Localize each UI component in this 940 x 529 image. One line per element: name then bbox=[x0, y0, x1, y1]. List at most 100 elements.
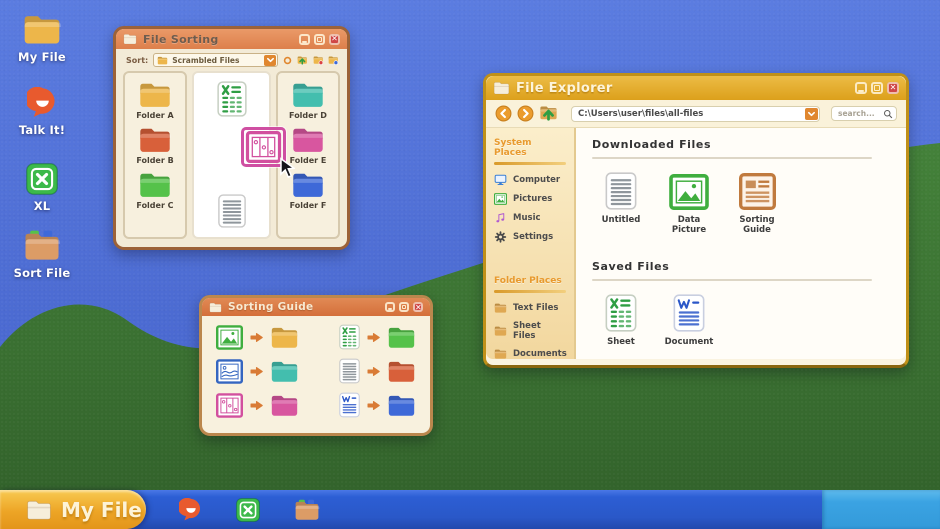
downloaded-files-heading: Downloaded Files bbox=[592, 138, 890, 151]
refresh-ring-icon[interactable] bbox=[283, 54, 292, 67]
up-directory-button[interactable] bbox=[539, 105, 558, 122]
folder-label: Folder F bbox=[290, 201, 327, 210]
close-button[interactable] bbox=[413, 302, 423, 312]
file-untitled[interactable]: Untitled bbox=[592, 172, 650, 235]
file-data-picture[interactable]: Data Picture bbox=[660, 172, 718, 235]
folder-upload-icon[interactable] bbox=[297, 54, 308, 67]
word-file-icon bbox=[339, 392, 360, 418]
folder-remove-icon[interactable] bbox=[313, 54, 324, 67]
minimize-button[interactable] bbox=[385, 302, 395, 312]
folder-e[interactable]: Folder E bbox=[290, 126, 327, 165]
folder-icon bbox=[493, 81, 510, 95]
spreadsheet-app-icon bbox=[26, 163, 58, 195]
sidebar-item-music[interactable]: Music bbox=[494, 212, 566, 224]
selected-pink-picture-file[interactable] bbox=[241, 127, 286, 167]
close-button[interactable] bbox=[329, 34, 340, 45]
folder-icon bbox=[494, 348, 507, 360]
sheet-file-icon[interactable] bbox=[217, 81, 247, 117]
folder-icon bbox=[291, 81, 325, 109]
file-label: Untitled bbox=[592, 215, 650, 225]
back-button[interactable] bbox=[495, 105, 512, 122]
file-document[interactable]: Document bbox=[660, 294, 718, 347]
folder-icon bbox=[26, 499, 52, 521]
file-sorting-toolbar: Sort: Scrambled Files bbox=[116, 49, 347, 70]
text-file-icon bbox=[605, 172, 637, 210]
search-icon bbox=[883, 109, 893, 119]
desktop-icon-my-file[interactable]: My File bbox=[6, 13, 78, 64]
chevron-down-icon bbox=[807, 110, 816, 118]
sorting-guide-titlebar[interactable]: Sorting Guide bbox=[202, 298, 430, 316]
folder-c[interactable]: Folder C bbox=[136, 171, 173, 210]
search-input[interactable]: search... bbox=[831, 106, 897, 121]
folder-label: Folder B bbox=[136, 156, 173, 165]
folder-label: Folder D bbox=[289, 111, 327, 120]
taskbar-icon-talk-it[interactable] bbox=[179, 498, 203, 522]
address-dropdown-button[interactable] bbox=[805, 108, 818, 120]
text-file-icon[interactable] bbox=[217, 194, 246, 228]
gear-icon bbox=[494, 231, 507, 243]
maximize-button[interactable] bbox=[314, 34, 325, 45]
file-label: Sheet bbox=[592, 337, 650, 347]
pink-picture-icon bbox=[216, 393, 243, 418]
search-placeholder: search... bbox=[838, 109, 883, 118]
folder-d[interactable]: Folder D bbox=[289, 81, 327, 120]
desktop-icon-sort-file[interactable]: Sort File bbox=[6, 229, 78, 280]
desktop: My File Talk It! XL Sort File File Sorti… bbox=[0, 0, 940, 529]
sidebar-item-pictures[interactable]: Pictures bbox=[494, 193, 566, 205]
blue-picture-icon bbox=[216, 359, 243, 384]
sidebar-item-text-files[interactable]: Text Files bbox=[494, 302, 566, 314]
arrow-icon bbox=[366, 331, 381, 344]
desktop-icon-xl[interactable]: XL bbox=[6, 163, 78, 213]
file-sorting-titlebar[interactable]: File Sorting bbox=[116, 29, 347, 49]
taskbar-icon-sort-file[interactable] bbox=[294, 498, 320, 522]
maximize-button[interactable] bbox=[871, 82, 883, 94]
taskbar: My File bbox=[0, 490, 940, 529]
maximize-button[interactable] bbox=[399, 302, 409, 312]
sidebar-item-label: Sheet Files bbox=[513, 321, 566, 341]
desktop-icon-talk-it[interactable]: Talk It! bbox=[6, 87, 78, 137]
window-title: Sorting Guide bbox=[228, 301, 379, 313]
folder-panel-left: Folder A Folder B Folder C bbox=[123, 71, 187, 239]
chat-bubble-icon bbox=[27, 87, 58, 119]
close-button[interactable] bbox=[887, 82, 899, 94]
file-sorting-guide[interactable]: Sorting Guide bbox=[728, 172, 786, 235]
arrow-icon bbox=[366, 365, 381, 378]
minimize-button[interactable] bbox=[299, 34, 310, 45]
sidebar-item-computer[interactable]: Computer bbox=[494, 174, 566, 186]
sidebar-item-documents[interactable]: Documents bbox=[494, 348, 566, 360]
taskbar-icon-xl[interactable] bbox=[236, 498, 260, 522]
minimize-button[interactable] bbox=[855, 82, 867, 94]
sort-dropdown[interactable]: Scrambled Files bbox=[153, 53, 278, 67]
dropdown-arrow-button[interactable] bbox=[264, 55, 276, 66]
green-picture-icon bbox=[669, 174, 709, 210]
file-label: Sorting Guide bbox=[728, 215, 786, 235]
guide-document-icon bbox=[739, 173, 776, 210]
folder-f[interactable]: Folder F bbox=[290, 171, 327, 210]
start-button-label: My File bbox=[61, 498, 142, 522]
forward-button[interactable] bbox=[517, 105, 534, 122]
folder-icon bbox=[123, 33, 137, 45]
system-tray[interactable] bbox=[822, 490, 940, 529]
folder-icon bbox=[291, 171, 325, 199]
sidebar-item-label: Text Files bbox=[513, 303, 558, 313]
guide-rule-sheet bbox=[339, 324, 416, 350]
music-note-icon bbox=[494, 212, 507, 224]
folder-icon bbox=[138, 126, 172, 154]
folder-a[interactable]: Folder A bbox=[136, 81, 173, 120]
address-bar[interactable]: C:\Users\user\files\all-files bbox=[571, 106, 820, 122]
desktop-icon-label: Talk It! bbox=[6, 123, 78, 137]
file-explorer-titlebar[interactable]: File Explorer bbox=[486, 76, 906, 100]
sidebar-item-settings[interactable]: Settings bbox=[494, 231, 566, 243]
loose-files-panel bbox=[192, 71, 271, 239]
folder-info-icon[interactable] bbox=[328, 54, 339, 67]
sort-dropdown-value: Scrambled Files bbox=[172, 56, 260, 65]
guide-rule-word-file bbox=[339, 392, 416, 418]
file-sheet[interactable]: Sheet bbox=[592, 294, 650, 347]
folder-b[interactable]: Folder B bbox=[136, 126, 173, 165]
explorer-sidebar: System Places Computer Pictures Music Se… bbox=[486, 128, 576, 359]
folder-icon bbox=[270, 393, 299, 418]
folder-places-header: Folder Places bbox=[494, 276, 566, 286]
sheet-file-icon bbox=[605, 294, 637, 332]
start-button[interactable]: My File bbox=[0, 490, 146, 529]
sidebar-item-sheet-files[interactable]: Sheet Files bbox=[494, 321, 566, 341]
